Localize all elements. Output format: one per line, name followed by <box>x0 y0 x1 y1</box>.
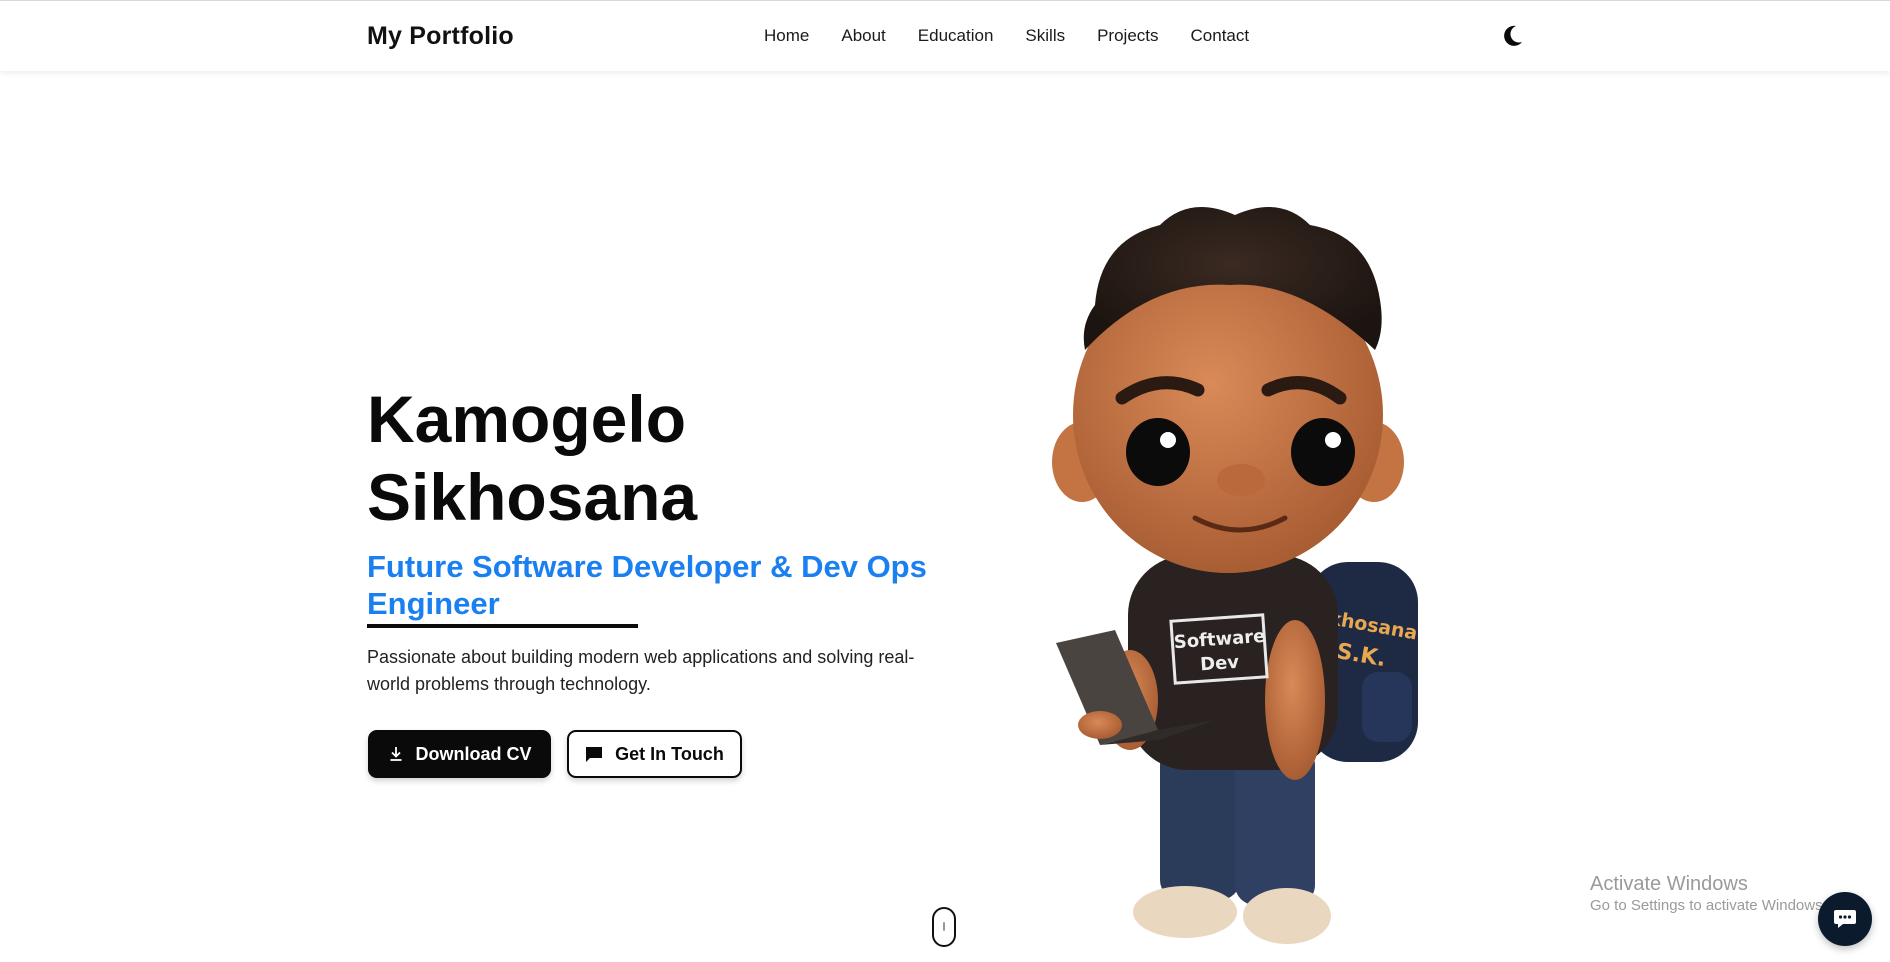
hero-name: Kamogelo Sikhosana <box>367 380 927 536</box>
chat-button[interactable] <box>1818 892 1872 946</box>
chat-icon <box>1834 910 1856 928</box>
nav-link-contact[interactable]: Contact <box>1191 26 1250 46</box>
role-underline <box>367 624 638 628</box>
shirt-text-2: Dev <box>1199 652 1240 676</box>
get-in-touch-button[interactable]: Get In Touch <box>567 730 742 778</box>
nav-link-about[interactable]: About <box>841 26 885 46</box>
hero-description: Passionate about building modern web app… <box>367 647 915 694</box>
download-icon <box>390 747 401 761</box>
download-cv-label: Download CV <box>415 743 532 764</box>
theme-toggle-button[interactable] <box>1502 24 1524 48</box>
brand-logo[interactable]: My Portfolio <box>367 22 514 51</box>
nav-link-projects[interactable]: Projects <box>1097 26 1158 46</box>
hero-name-last: Sikhosana <box>367 460 698 534</box>
hero-name-first: Kamogelo <box>367 382 687 456</box>
scroll-dot <box>943 922 945 931</box>
activate-windows-watermark: Activate Windows Go to Settings to activ… <box>1590 872 1827 916</box>
hero-role: Future Software Developer & Dev Ops Engi… <box>367 549 927 621</box>
nav-link-education[interactable]: Education <box>918 26 994 46</box>
avatar-illustration: Sikhosana S.K. Software Dev <box>1052 207 1419 944</box>
nav-link-home[interactable]: Home <box>764 26 809 46</box>
navbar: My Portfolio Home About Education Skills… <box>0 0 1890 71</box>
activate-windows-subtitle: Go to Settings to activate Windows. <box>1590 897 1827 914</box>
scroll-down-indicator[interactable] <box>932 907 956 947</box>
download-cv-button[interactable]: Download CV <box>368 730 551 778</box>
message-icon <box>586 746 603 762</box>
moon-icon <box>1504 25 1522 46</box>
get-in-touch-label: Get In Touch <box>615 743 724 764</box>
nav-links: Home About Education Skills Projects Con… <box>764 26 1249 46</box>
activate-windows-title: Activate Windows <box>1590 873 1748 895</box>
nav-link-skills[interactable]: Skills <box>1025 26 1065 46</box>
